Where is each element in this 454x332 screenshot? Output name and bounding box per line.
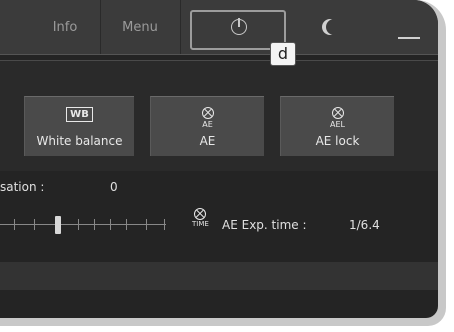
ae-icon: AE — [151, 107, 264, 129]
tab-info-label: Info — [52, 19, 78, 35]
ae-button[interactable]: AE AE — [150, 96, 264, 156]
tab-info[interactable]: Info — [30, 0, 101, 54]
time-icon-text: TIME — [192, 220, 209, 228]
slider-tick — [94, 219, 95, 230]
aperture-icon — [201, 107, 214, 119]
slider-tick — [110, 219, 111, 230]
slider-tick — [34, 219, 35, 230]
slider-thumb[interactable] — [55, 216, 61, 234]
compensation-slider[interactable] — [0, 210, 170, 240]
callout-badge: d — [270, 42, 296, 66]
compensation-value: 0 — [110, 180, 118, 194]
status-band — [0, 262, 438, 290]
exposure-time-icon: TIME — [192, 208, 209, 228]
minimize-icon — [398, 37, 420, 39]
ae-lock-label: AE lock — [315, 134, 360, 148]
ae-lock-icon: AEL — [281, 107, 394, 129]
slider-tick — [78, 219, 79, 230]
slider-tick — [164, 219, 165, 230]
ae-label: AE — [199, 134, 216, 148]
slider-tick — [14, 219, 15, 230]
aperture-icon — [194, 208, 207, 220]
ae-lock-icon-text: AEL — [330, 120, 345, 129]
wb-icon: WB — [66, 107, 93, 122]
exposure-time-label: AE Exp. time : — [222, 218, 307, 232]
compensation-label: sation : — [0, 180, 45, 194]
white-balance-button[interactable]: WB White balance — [24, 96, 134, 156]
sleep-button[interactable] — [290, 0, 370, 54]
white-balance-label: White balance — [36, 134, 123, 148]
exposure-time-value: 1/6.4 — [349, 218, 380, 232]
slider-tick — [146, 219, 147, 230]
tab-menu-label: Menu — [122, 19, 158, 35]
slider-tick — [126, 219, 127, 230]
ae-lock-button[interactable]: AEL AE lock — [280, 96, 394, 156]
moon-icon — [326, 19, 342, 35]
ae-icon-text: AE — [202, 120, 213, 129]
tab-menu[interactable]: Menu — [100, 0, 181, 54]
slider-track — [0, 224, 166, 225]
minimize-button[interactable] — [380, 0, 438, 54]
aperture-icon — [331, 107, 344, 119]
